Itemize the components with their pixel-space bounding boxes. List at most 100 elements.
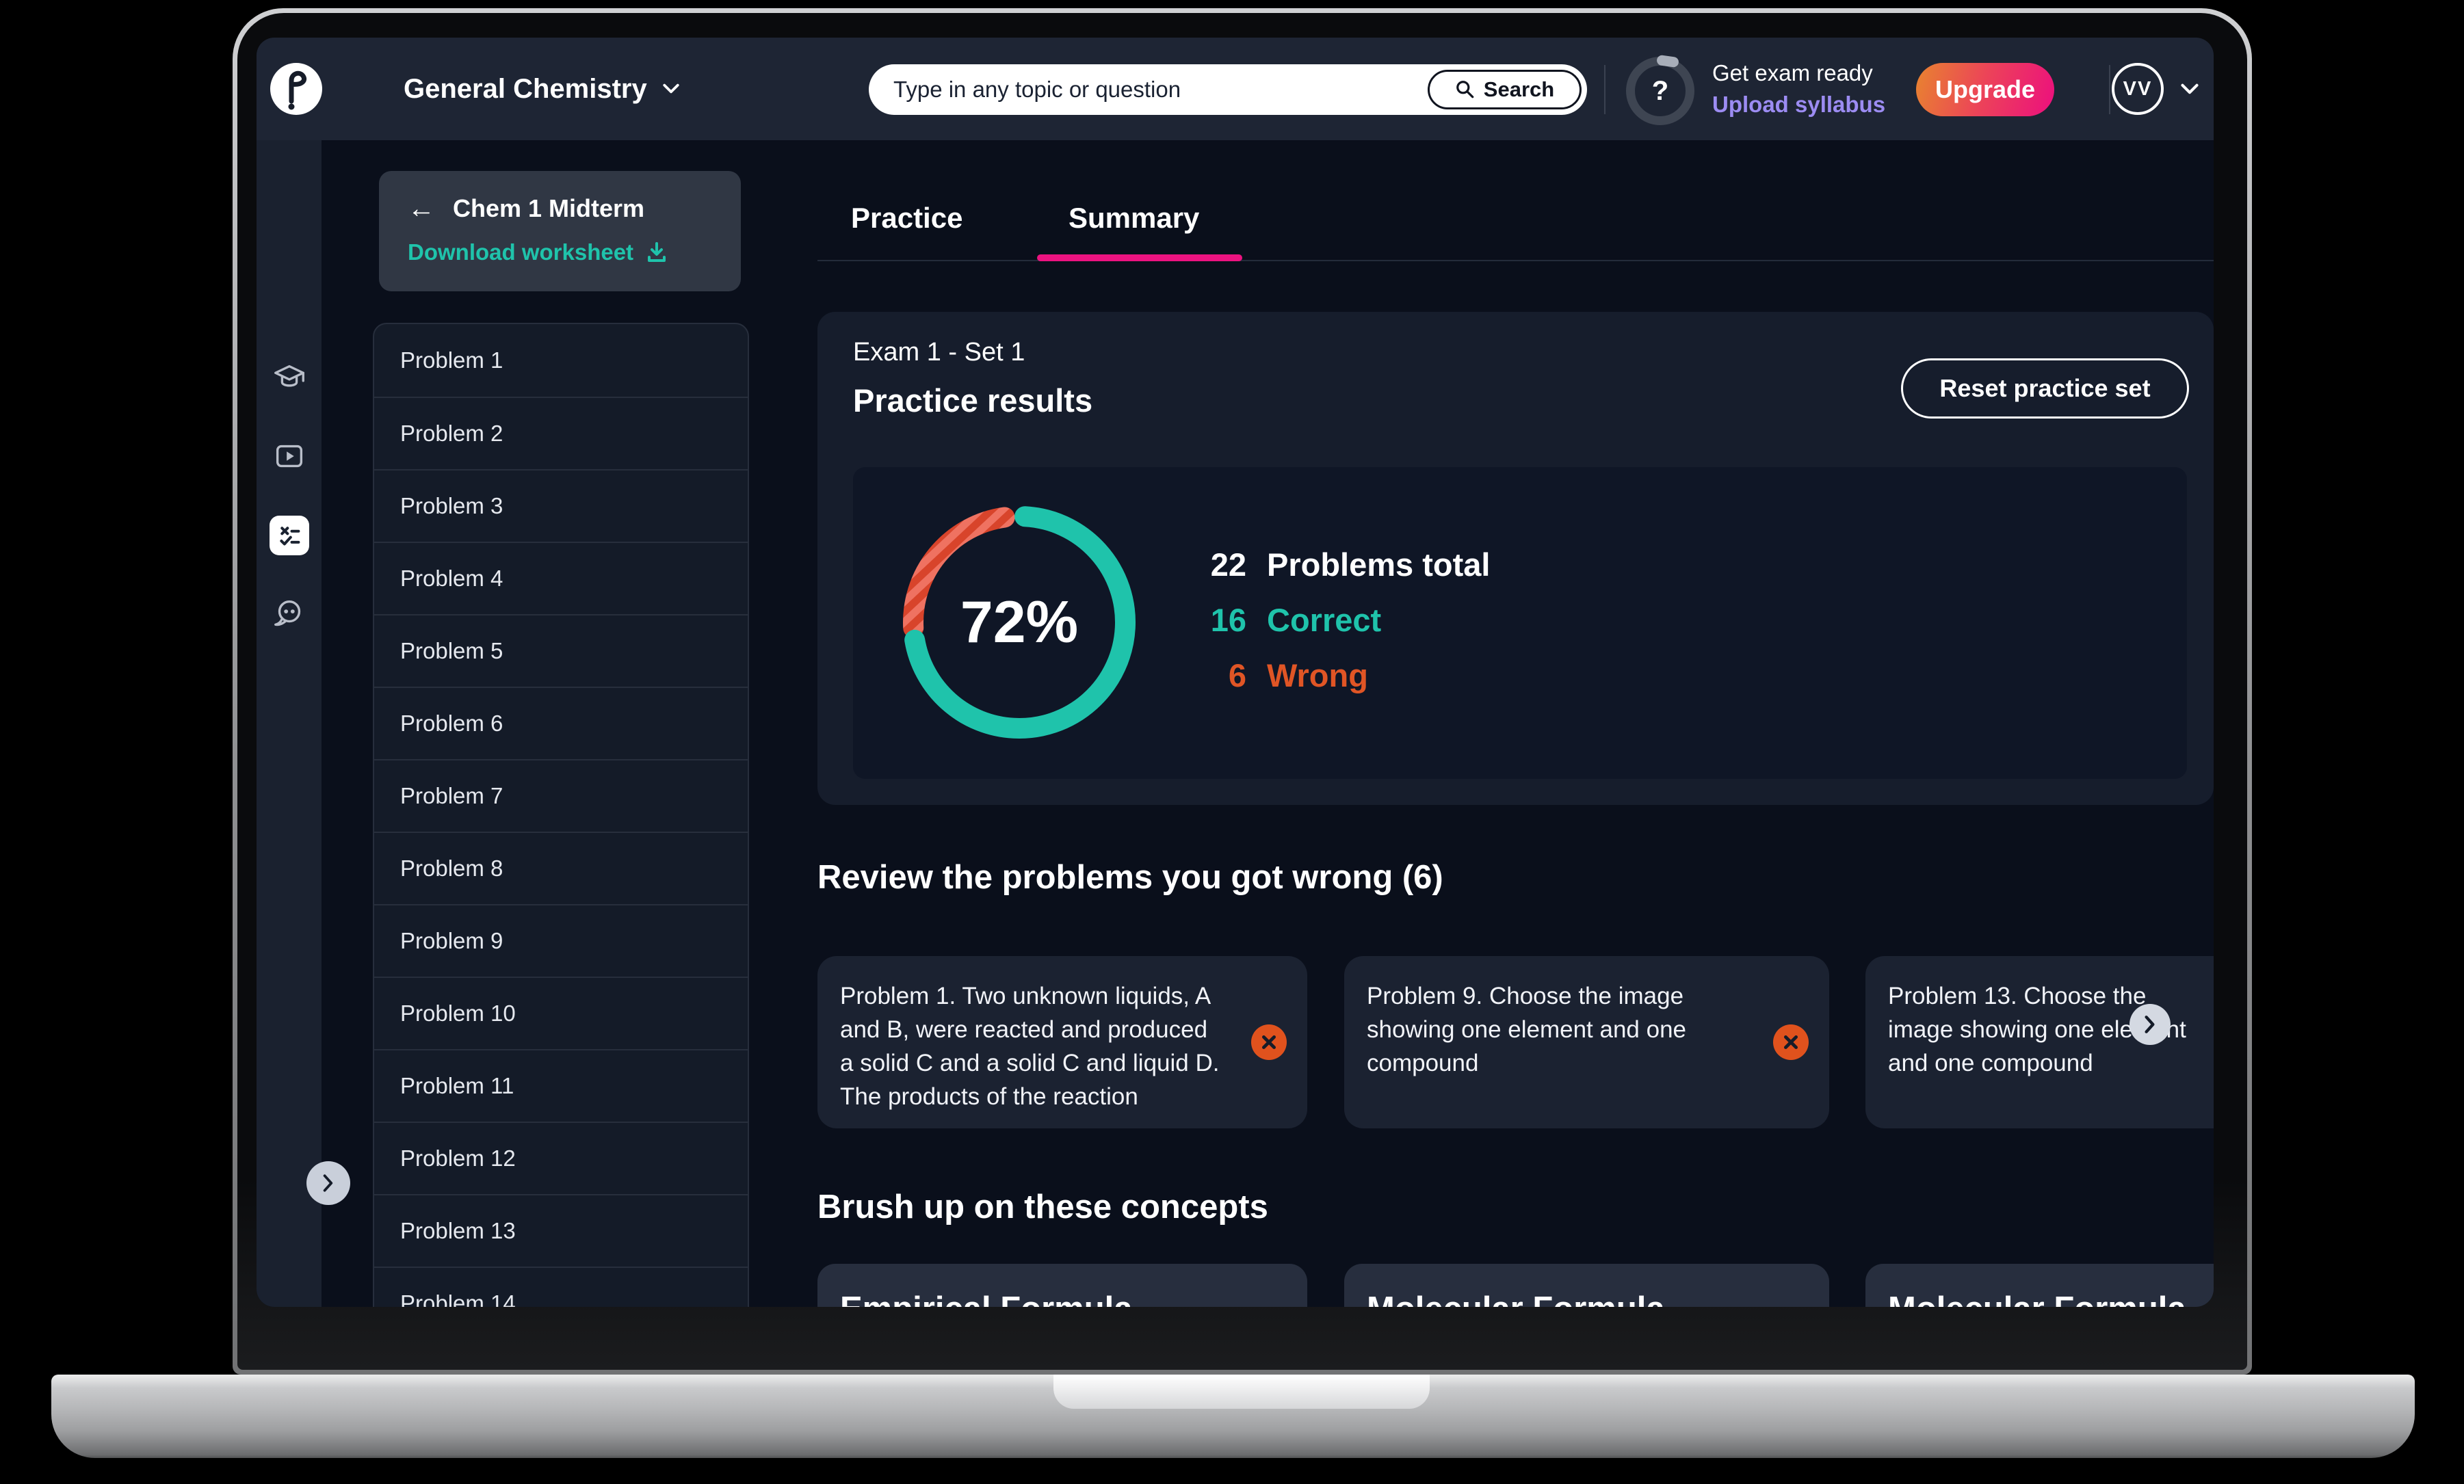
laptop-screen-frame: General Chemistry Search ? xyxy=(233,8,2252,1375)
stat-total-value: 22 xyxy=(1164,546,1246,583)
pearson-logo-icon[interactable] xyxy=(270,63,322,115)
sidebar-item-practice[interactable] xyxy=(270,516,309,555)
wrong-problem-text: Problem 1. Two unknown liquids, A and B,… xyxy=(840,979,1223,1113)
wrong-badge xyxy=(1773,1024,1809,1060)
wrong-problem-text: Problem 9. Choose the image showing one … xyxy=(1367,979,1695,1080)
chevron-down-icon xyxy=(662,83,680,94)
problem-list-item[interactable]: Problem 12 xyxy=(374,1122,748,1194)
concept-card[interactable]: Empirical Formula xyxy=(817,1264,1307,1307)
practice-results-card: Exam 1 - Set 1 Practice results Reset pr… xyxy=(817,312,2214,805)
worksheet-title: Chem 1 Midterm xyxy=(453,194,644,223)
problem-label: Problem 2 xyxy=(400,421,503,447)
problem-list-item[interactable]: Problem 3 xyxy=(374,469,748,542)
carousel-next-button[interactable] xyxy=(2129,1004,2171,1045)
wrong-problem-card[interactable]: Problem 1. Two unknown liquids, A and B,… xyxy=(817,956,1307,1128)
laptop-base xyxy=(51,1375,2415,1458)
avatar-initials: VV xyxy=(2123,78,2153,101)
problem-label: Problem 1 xyxy=(400,347,503,373)
score-percent: 72% xyxy=(896,499,1142,745)
worksheet-header-card: ← Chem 1 Midterm Download worksheet xyxy=(379,171,741,291)
stat-total: 22 Problems total xyxy=(1164,548,1490,581)
score-stats: 22 Problems total 16 Correct 6 Wrong xyxy=(1164,548,1490,714)
problem-label: Problem 14 xyxy=(400,1290,516,1307)
graduation-cap-icon xyxy=(271,359,308,396)
problem-list: Problem 1 Problem 2 Problem 3 Problem 4 … xyxy=(373,323,749,1307)
chevron-right-icon xyxy=(322,1174,335,1193)
search-input[interactable] xyxy=(893,77,1428,103)
problem-list-item[interactable]: Problem 10 xyxy=(374,977,748,1049)
problem-list-item[interactable]: Problem 13 xyxy=(374,1194,748,1267)
problem-label: Problem 6 xyxy=(400,711,503,737)
upload-syllabus-link[interactable]: Upload syllabus xyxy=(1712,92,1885,118)
reset-practice-set-button[interactable]: Reset practice set xyxy=(1901,358,2189,419)
problem-list-item[interactable]: Problem 2 xyxy=(374,397,748,469)
problem-label: Problem 8 xyxy=(400,856,503,882)
tab-practice[interactable]: Practice xyxy=(851,202,962,235)
app-window: General Chemistry Search ? xyxy=(257,38,2214,1307)
exam-ready-text: Get exam ready xyxy=(1712,60,1885,86)
screen-bezel: General Chemistry Search ? xyxy=(237,13,2247,1370)
course-switcher[interactable]: General Chemistry xyxy=(404,38,680,140)
stat-total-label: Problems total xyxy=(1267,546,1490,583)
background: General Chemistry Search ? xyxy=(0,0,2464,1484)
results-title: Practice results xyxy=(853,382,1092,419)
wrong-problem-card[interactable]: Problem 13. Choose the image showing one… xyxy=(1865,956,2214,1128)
x-icon xyxy=(1260,1033,1278,1051)
problem-list-item[interactable]: Problem 14 xyxy=(374,1267,748,1307)
problem-label: Problem 12 xyxy=(400,1145,516,1171)
sidebar-item-feedback[interactable] xyxy=(271,595,308,632)
active-tab-underline xyxy=(1037,254,1242,261)
concept-card[interactable]: Molecular Formula xyxy=(1344,1264,1829,1307)
concept-title: Molecular Formula xyxy=(1888,1290,2186,1307)
problem-label: Problem 9 xyxy=(400,928,503,954)
download-icon xyxy=(644,240,669,265)
problem-list-item[interactable]: Problem 4 xyxy=(374,542,748,614)
help-question-mark: ? xyxy=(1652,76,1668,107)
concept-card[interactable]: Molecular Formula xyxy=(1865,1264,2214,1307)
tab-summary[interactable]: Summary xyxy=(1069,202,1199,235)
search-icon xyxy=(1455,79,1476,100)
sidebar-item-courses[interactable] xyxy=(271,359,308,396)
help-progress-ring[interactable]: ? xyxy=(1626,57,1694,125)
problem-list-item[interactable]: Problem 9 xyxy=(374,904,748,977)
problem-label: Problem 4 xyxy=(400,566,503,592)
divider xyxy=(1604,65,1605,114)
top-bar: General Chemistry Search ? xyxy=(257,38,2214,140)
chevron-right-icon xyxy=(2144,1015,2156,1034)
chat-feedback-icon xyxy=(271,595,308,632)
problem-list-item[interactable]: Problem 8 xyxy=(374,832,748,904)
problem-label: Problem 10 xyxy=(400,1001,516,1026)
stat-correct-label: Correct xyxy=(1267,601,1381,639)
problem-label: Problem 7 xyxy=(400,783,503,809)
problem-list-item[interactable]: Problem 1 xyxy=(374,324,748,397)
download-worksheet-label: Download worksheet xyxy=(408,239,633,265)
exam-ready-block: Get exam ready Upload syllabus xyxy=(1712,38,1885,140)
problem-label: Problem 13 xyxy=(400,1218,516,1244)
problem-label: Problem 11 xyxy=(400,1073,514,1099)
sidebar-item-videos[interactable] xyxy=(271,438,308,475)
course-title: General Chemistry xyxy=(404,74,647,105)
search-button-label: Search xyxy=(1484,77,1554,102)
search-button[interactable]: Search xyxy=(1428,70,1582,109)
stat-correct-value: 16 xyxy=(1164,601,1246,639)
problem-list-item[interactable]: Problem 11 xyxy=(374,1049,748,1122)
problem-list-item[interactable]: Problem 5 xyxy=(374,614,748,687)
avatar[interactable]: VV xyxy=(2112,63,2164,115)
stat-wrong-label: Wrong xyxy=(1267,657,1368,694)
upgrade-label: Upgrade xyxy=(1935,75,2035,104)
stat-wrong-value: 6 xyxy=(1164,657,1246,694)
sidebar-expand-button[interactable] xyxy=(306,1161,350,1205)
problem-list-item[interactable]: Problem 6 xyxy=(374,687,748,759)
video-player-icon xyxy=(271,438,308,475)
problem-list-item[interactable]: Problem 7 xyxy=(374,759,748,832)
wrong-problem-card[interactable]: Problem 9. Choose the image showing one … xyxy=(1344,956,1829,1128)
ring-progress-tick xyxy=(1656,55,1679,68)
account-menu-chevron[interactable] xyxy=(2180,83,2199,98)
download-worksheet-link[interactable]: Download worksheet xyxy=(408,239,741,265)
problem-label: Problem 3 xyxy=(400,493,503,519)
search-bar[interactable]: Search xyxy=(869,64,1587,115)
chevron-down-icon xyxy=(2180,83,2199,95)
back-arrow-icon[interactable]: ← xyxy=(408,195,435,222)
exam-set-label: Exam 1 - Set 1 xyxy=(853,338,1025,367)
upgrade-button[interactable]: Upgrade xyxy=(1916,63,2054,116)
